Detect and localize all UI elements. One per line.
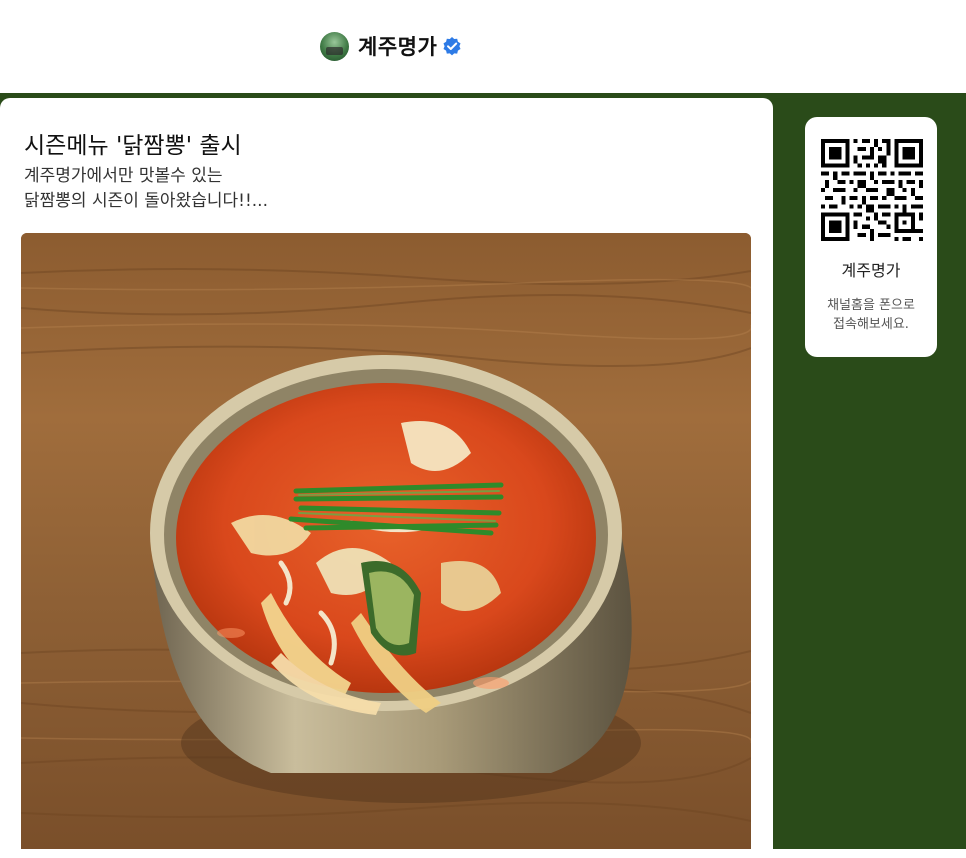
post-image[interactable] bbox=[21, 233, 751, 849]
qr-help-text: 채널홈을 폰으로 접속해보세요. bbox=[805, 296, 937, 334]
post-description-line: 계주명가에서만 맛볼수 있는 bbox=[24, 166, 223, 186]
post-description[interactable]: 계주명가에서만 맛볼수 있는 닭짬뽕의 시즌이 돌아왔습니다!!... bbox=[24, 164, 268, 214]
qr-channel-name: 계주명가 bbox=[841, 261, 901, 280]
qr-code-icon[interactable] bbox=[821, 139, 923, 241]
qr-help-line: 접속해보세요. bbox=[833, 317, 909, 332]
post-description-line: 닭짬뽕의 시즌이 돌아왔습니다!!... bbox=[24, 191, 268, 211]
channel-header: 계주명가 bbox=[0, 0, 966, 93]
channel-avatar[interactable] bbox=[320, 31, 349, 61]
qr-help-line: 채널홈을 폰으로 bbox=[827, 298, 915, 313]
verified-badge-icon bbox=[442, 36, 462, 56]
qr-card[interactable]: 계주명가 채널홈을 폰으로 접속해보세요. bbox=[805, 117, 937, 357]
post-title[interactable]: 시즌메뉴 '닭짬뽕' 출시 bbox=[24, 126, 242, 160]
channel-name[interactable]: 계주명가 bbox=[358, 31, 437, 61]
channel-brand[interactable]: 계주명가 bbox=[320, 31, 462, 61]
